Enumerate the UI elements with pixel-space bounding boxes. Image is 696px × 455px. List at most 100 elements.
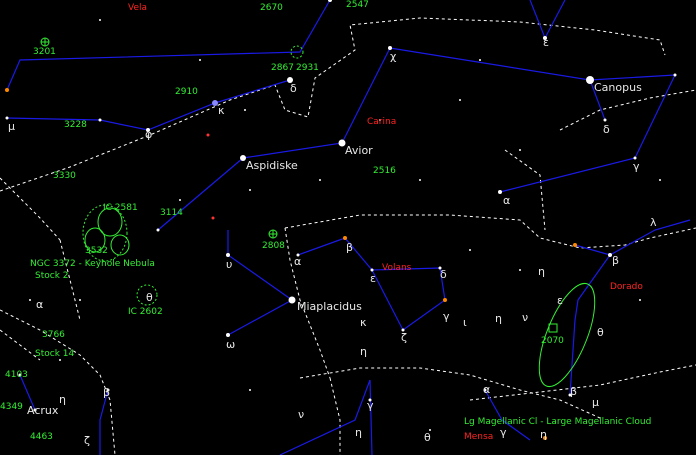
greek-chi: χ [390, 50, 397, 63]
constellation-carina: Carina [367, 117, 397, 127]
greek-delta-volans: δ [440, 268, 447, 281]
ngc-2070-symbol [548, 323, 558, 333]
greek-eta-crux: η [59, 393, 66, 406]
constellation-volans: Volans [382, 263, 412, 273]
star-label-canopus: Canopus [594, 81, 642, 94]
line-crux-2 [99, 389, 109, 455]
line-chamaeleon [279, 379, 371, 455]
stock-14-label: Stock 14 [35, 349, 75, 359]
greek-theta-dorado: θ [597, 326, 604, 339]
greek-epsilon-vela: ε [543, 36, 549, 49]
deep-sky-symbols [40, 37, 558, 333]
boundary-dorado-mensa [469, 364, 696, 401]
boundary-dorado-east [504, 149, 546, 231]
ngc-3114-label: 3114 [160, 208, 183, 218]
greek-omega: ω [226, 338, 236, 351]
line-carina-1 [157, 47, 391, 231]
lmc-label: Lg Magellanic Cl - Large Magellanic Clou… [464, 417, 652, 427]
greek-gamma-mensa: γ [500, 426, 507, 439]
greek-gamma-carina: γ [633, 160, 640, 173]
greek-epsilon-volans: ε [370, 272, 376, 285]
ngc-3532-label: 3532 [85, 246, 108, 256]
greek-theta-carina: θ [146, 291, 153, 304]
greek-eta2: η [538, 265, 545, 278]
greek-alpha-mensa: α [483, 383, 491, 396]
ngc-2808-label: 2808 [262, 241, 285, 251]
line-carina-5 [227, 299, 293, 336]
ngc-2547-label: 2547 [346, 0, 369, 10]
boundary-vela-centaurus [0, 329, 41, 361]
greek-kappa1: κ [360, 316, 367, 329]
ngc-2516-label: 2516 [373, 166, 396, 176]
ngc-4103-label: 4103 [5, 370, 28, 380]
line-dorado-2 [569, 254, 611, 396]
greek-beta-volans: β [346, 241, 354, 254]
line-dorado-1 [574, 219, 691, 256]
greek-mu-vela: μ [8, 120, 15, 133]
ngc-2910-label: 2910 [175, 87, 198, 97]
line-chamaeleon-2 [369, 379, 373, 455]
greek-eta-mensa: η [540, 428, 547, 441]
ngc-2070-label: 2070 [541, 336, 564, 346]
ngc-3201-label: 3201 [33, 47, 56, 57]
boundary-mensa-west [329, 377, 341, 455]
greek-zeta-crux: ζ [84, 434, 90, 447]
ic-2581-label: IC 2581 [103, 203, 138, 213]
ngc-2931-label: 2931 [296, 63, 319, 73]
star-canopus [586, 76, 594, 84]
ngc-2670-label: 2670 [260, 3, 283, 13]
line-carina-2 [389, 47, 606, 121]
ngc-3330-label: 3330 [53, 171, 76, 181]
greek-delta-carina: δ [603, 123, 610, 136]
greek-eta-cham: η [355, 426, 362, 439]
greek-theta-cham: θ [424, 431, 431, 444]
line-vela [6, 0, 331, 91]
lmc-outline [538, 282, 596, 388]
greek-beta-crux: β [103, 386, 111, 399]
stars [5, 0, 677, 431]
sky-chart[interactable]: Vela Carina Volans Dorado Mensa Canopus … [0, 0, 696, 455]
constellation-vela: Vela [128, 3, 148, 13]
greek-lambda: λ [650, 216, 657, 229]
constellation-dorado: Dorado [610, 282, 643, 292]
greek-gamma-volans: γ [443, 310, 450, 323]
keyhole-nebula-label: NGC 3372 - Keyhole Nebula [30, 259, 155, 269]
star-label-aspidiske: Aspidiske [246, 159, 298, 172]
stock-2-label: Stock 2 [35, 271, 69, 281]
boundary-volans-south [299, 367, 601, 419]
ngc-3228-label: 3228 [64, 120, 87, 130]
greek-upsilon: υ [226, 258, 233, 271]
red-stars [206, 133, 215, 220]
boundary-carina-vela-west [0, 177, 61, 241]
greek-alpha-crux: α [36, 298, 44, 311]
greek-nu-volans: ν [522, 311, 529, 324]
boundary-dorado-north [559, 89, 696, 131]
boundary-vela-carina [0, 17, 666, 192]
ngc-4349-label: 4349 [0, 402, 23, 412]
greek-gamma-cham: γ [367, 399, 374, 412]
ngc-4463-label: 4463 [30, 432, 53, 442]
star-label-avior: Avior [345, 144, 373, 157]
line-carina-3 [589, 74, 676, 81]
greek-alpha-volans: α [294, 255, 302, 268]
greek-alpha-dorado: α [503, 194, 511, 207]
greek-delta-vela: δ [290, 82, 297, 95]
greek-iota-volans: ι [463, 316, 467, 329]
greek-beta-mensa: β [570, 385, 578, 398]
line-carina-4 [499, 74, 676, 193]
line-vela-4 [529, 0, 566, 40]
star-label-acrux: Acrux [27, 404, 59, 417]
constellation-mensa: Mensa [464, 432, 494, 442]
star-label-miaplacidus: Miaplacidus [297, 300, 362, 313]
greek-beta-dorado: β [612, 254, 620, 267]
greek-phi-vela: φ [145, 128, 153, 141]
greek-kappa-vela: κ [218, 104, 225, 117]
greek-zeta-volans: ζ [401, 331, 407, 344]
greek-eta-volans: η [360, 345, 367, 358]
ngc-2867-label: 2867 [271, 63, 294, 73]
greek-nu-cham: ν [298, 408, 305, 421]
greek-mu-mensa: μ [592, 396, 599, 409]
greek-eta-dorado: η [495, 312, 502, 325]
greek-epsilon-dorado: ε [557, 294, 563, 307]
star-miaplacidus [288, 296, 296, 304]
